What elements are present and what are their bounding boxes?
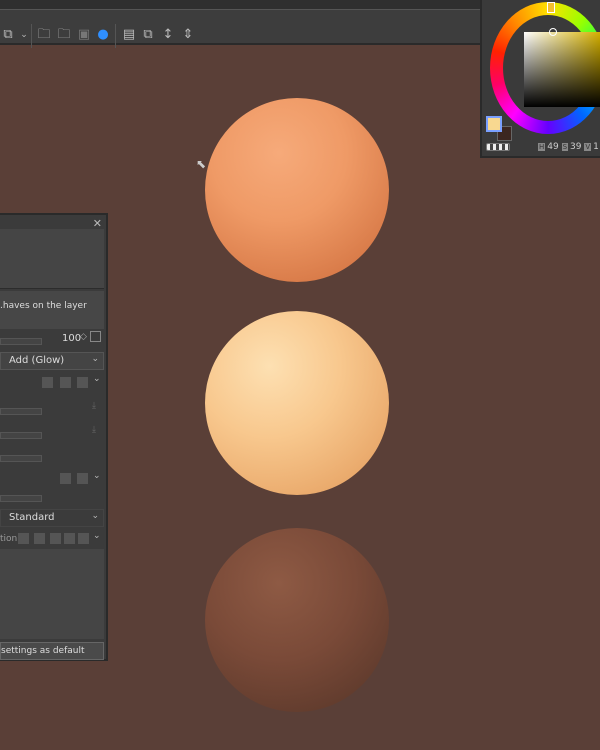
saturation-value-square[interactable] (524, 32, 600, 107)
opacity-value[interactable]: 100 (62, 333, 81, 344)
dark-sphere (205, 528, 389, 712)
compress-vertical-icon[interactable]: ⇕ (180, 27, 196, 43)
pressure-toggle-icon[interactable] (90, 331, 101, 342)
chevron-down-icon[interactable]: ⌄ (16, 27, 32, 43)
open-folder-icon[interactable]: 🗀 (36, 27, 52, 43)
setting-slider[interactable] (0, 495, 42, 502)
opacity-slider[interactable] (0, 338, 42, 345)
register-default-button[interactable]: settings as default (0, 642, 104, 660)
title-bar (0, 0, 480, 10)
s-label: S (561, 143, 569, 151)
hsv-readout: H 49 S 39 V1 (538, 142, 599, 152)
s-value: 39 (570, 142, 582, 152)
tool-property-panel: ✕ haves on the layer. 100 ◇ Add (Glow) ⌄ … (0, 213, 108, 661)
color-wheel-panel: H 49 S 39 V1 (480, 0, 600, 158)
h-label: H (538, 143, 546, 151)
description: haves on the layer. (0, 301, 87, 311)
download-icon[interactable]: ⤓ (92, 425, 96, 435)
setting-slider[interactable] (0, 455, 42, 462)
setting-slider[interactable] (0, 432, 42, 439)
mode-icon[interactable] (50, 533, 61, 544)
h-value: 49 (547, 142, 559, 152)
chevron-down-icon: ⌄ (91, 354, 99, 364)
transform-icon[interactable]: ⧉ (0, 27, 16, 43)
main-color-swatch[interactable] (486, 116, 502, 132)
mode-icon[interactable] (78, 533, 89, 544)
command-bar: ⧉ ⌄ 🗀 🗀 ▣ ● ▤ ⧉ ↕ ⇕ (0, 10, 480, 48)
cursor-icon: ⬉ (196, 157, 207, 171)
combine-mode-dropdown[interactable]: Standard ⌄ (0, 509, 104, 527)
orange-sphere (205, 98, 389, 282)
footer-button-label: settings as default (1, 646, 85, 656)
page-icon[interactable]: ▤ (121, 27, 137, 43)
import-icon[interactable]: ▣ (76, 27, 92, 43)
v-label: V (584, 143, 592, 151)
download-icon[interactable]: ⤓ (92, 401, 96, 411)
option-icon[interactable] (77, 377, 88, 388)
mode-icon[interactable] (64, 533, 75, 544)
hue-knob[interactable] (547, 2, 555, 13)
description-text: haves on the layer. (0, 291, 104, 329)
combine-mode-label: Standard (9, 512, 55, 523)
light-sphere (205, 311, 389, 495)
spinner-icon[interactable]: ◇ (80, 332, 87, 342)
chevron-down-icon[interactable]: ⌄ (93, 531, 101, 541)
blend-mode-label: Add (Glow) (9, 355, 65, 366)
duplicate-icon[interactable]: ⧉ (140, 27, 156, 43)
mode-icon[interactable] (34, 533, 45, 544)
sub-preview-area (0, 549, 104, 639)
chevron-down-icon[interactable]: ⌄ (93, 471, 101, 481)
chevron-down-icon: ⌄ (91, 511, 99, 521)
sv-knob[interactable] (549, 28, 557, 36)
row-label: tion (0, 534, 18, 544)
expand-vertical-icon[interactable]: ↕ (160, 27, 176, 43)
option-icon[interactable] (42, 377, 53, 388)
chevron-down-icon[interactable]: ⌄ (93, 374, 101, 384)
transparent-color-swatch[interactable] (486, 143, 510, 151)
brush-preview (0, 229, 104, 289)
blend-mode-dropdown[interactable]: Add (Glow) ⌄ (0, 352, 104, 370)
brush-tip-icon[interactable] (60, 473, 71, 484)
mode-icon[interactable] (18, 533, 29, 544)
divider (31, 24, 32, 48)
color-sets-icon[interactable]: ● (95, 27, 111, 43)
setting-slider[interactable] (0, 408, 42, 415)
option-icon[interactable] (60, 377, 71, 388)
divider (115, 24, 116, 48)
v-value: 1 (593, 142, 599, 152)
open-recent-icon[interactable]: 🗀 (56, 27, 72, 43)
play-icon[interactable] (77, 473, 88, 484)
